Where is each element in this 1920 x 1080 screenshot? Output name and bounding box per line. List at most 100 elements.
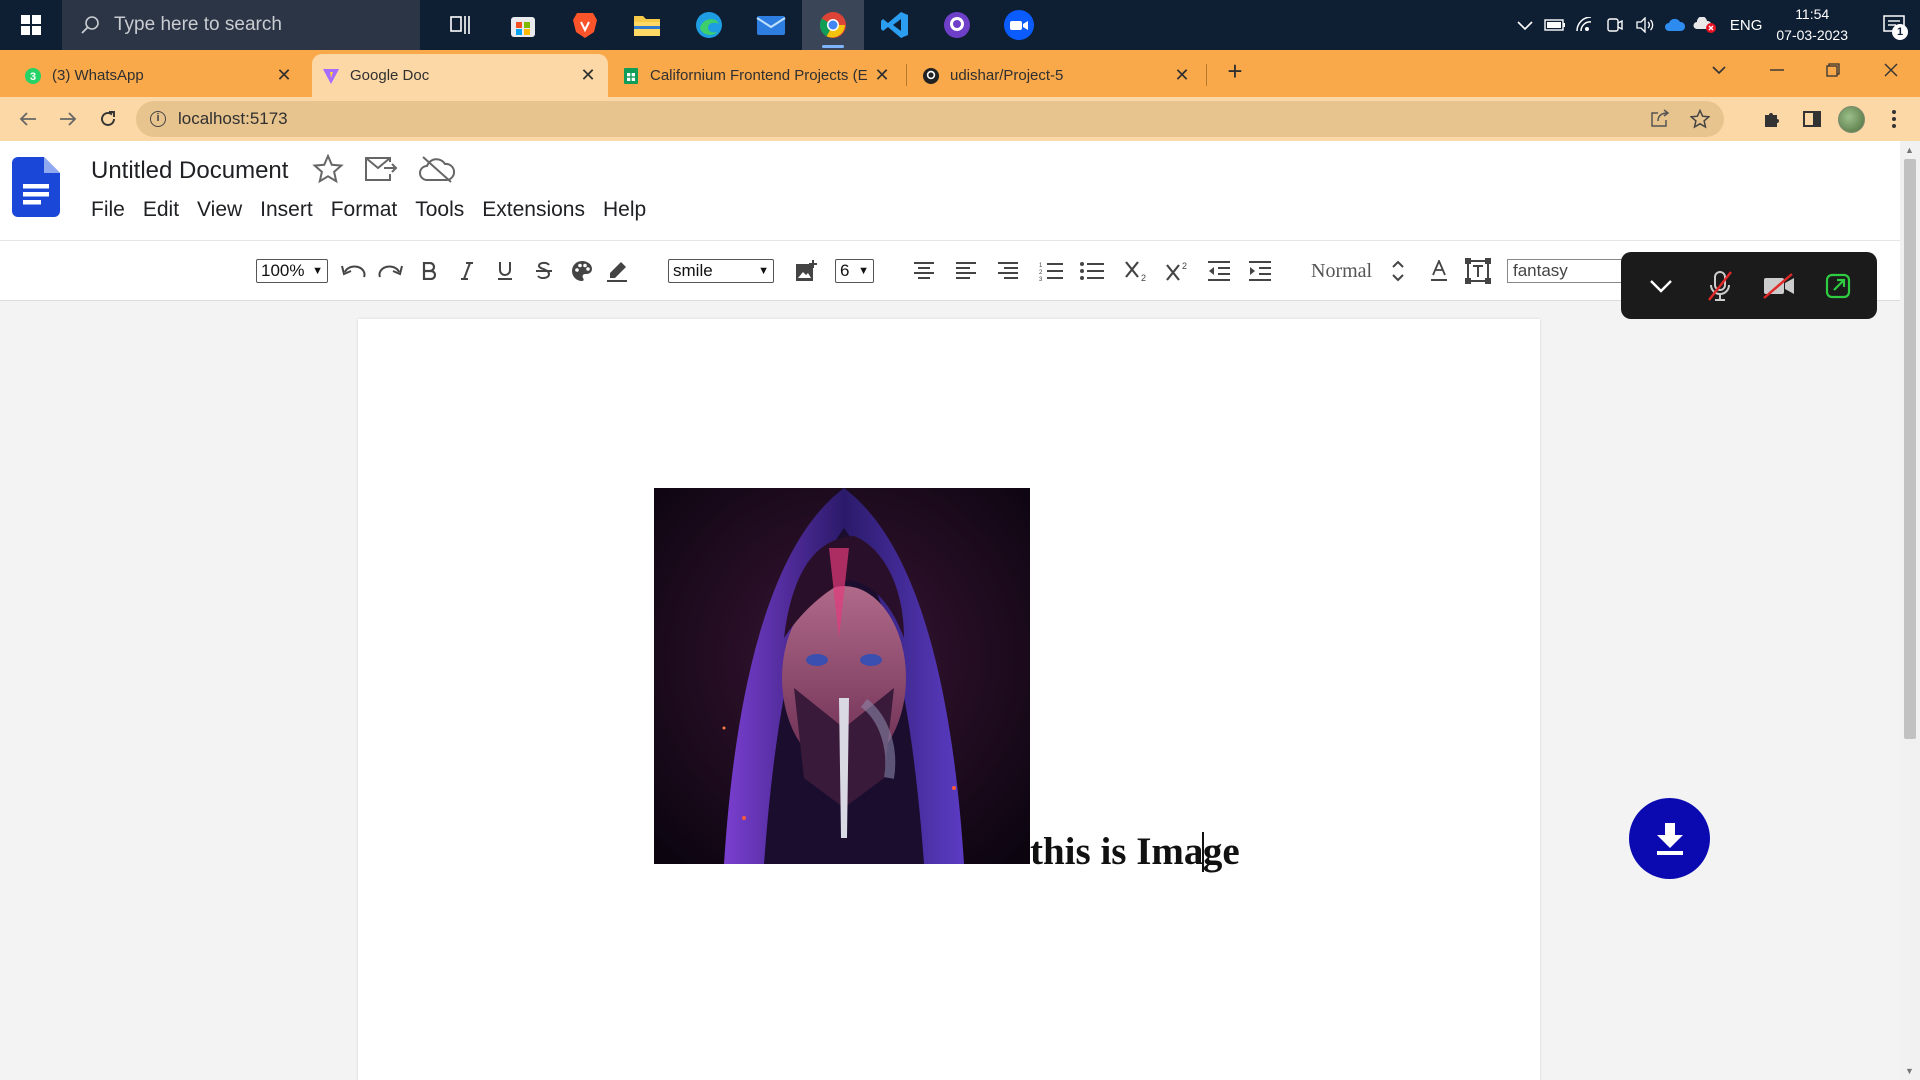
scroll-thumb[interactable] [1904,159,1916,739]
emoji-select[interactable]: smile ▼ [668,241,774,301]
taskbar-clock[interactable]: 11:54 07-03-2023 [1776,4,1848,46]
cloud-offline-icon[interactable] [418,155,456,183]
reload-button[interactable] [88,99,128,139]
language-indicator[interactable]: ENG [1730,17,1763,34]
paragraph-style-value[interactable]: Normal [1311,241,1372,301]
onedrive-icon[interactable] [1660,0,1690,50]
tab-search-button[interactable] [1690,50,1748,90]
meet-now-icon[interactable] [1600,0,1630,50]
taskbar-github[interactable] [926,0,988,50]
start-button[interactable] [0,0,62,50]
bullet-list-button[interactable] [1080,241,1104,301]
document-body-text[interactable]: this is Image [1030,829,1240,874]
style-stepper[interactable] [1392,241,1404,301]
browser-menu-button[interactable] [1880,105,1908,133]
extensions-button[interactable] [1758,105,1786,133]
address-bar[interactable]: i localhost:5173 [136,101,1724,137]
underline-button[interactable] [497,241,513,301]
subscript-button[interactable]: 2 [1125,241,1149,301]
menu-help[interactable]: Help [603,198,646,222]
onedrive-error-icon[interactable] [1690,0,1720,50]
bookmark-star-icon[interactable] [1690,109,1710,129]
docs-logo-icon[interactable] [12,157,60,217]
numbered-list-button[interactable]: 123 [1039,241,1063,301]
taskbar-edge[interactable] [678,0,740,50]
menu-edit[interactable]: Edit [143,198,179,222]
tab-whatsapp[interactable]: 3 (3) WhatsApp ✕ [14,54,304,97]
close-icon[interactable]: ✕ [872,65,892,86]
document-title[interactable]: Untitled Document [91,157,288,185]
task-view-button[interactable] [430,0,492,50]
taskbar-brave[interactable] [554,0,616,50]
indent-button[interactable] [1248,241,1272,301]
document-page[interactable]: this is Image [358,319,1540,1080]
restore-button[interactable] [1804,50,1862,90]
align-left-button[interactable] [955,241,977,301]
wifi-icon[interactable] [1570,0,1600,50]
menu-format[interactable]: Format [331,198,398,222]
zoom-icon [1004,10,1034,40]
highlight-button[interactable] [606,241,628,301]
video-button[interactable] [1759,266,1799,306]
battery-icon[interactable] [1540,0,1570,50]
menu-view[interactable]: View [197,198,242,222]
taskbar-search[interactable]: Type here to search [62,0,420,50]
profile-avatar[interactable] [1838,106,1865,133]
insert-image-button[interactable] [795,241,817,301]
notification-center-button[interactable]: 1 [1868,0,1920,50]
minimize-button[interactable] [1748,50,1806,90]
side-panel-button[interactable] [1798,105,1826,133]
align-right-button[interactable] [997,241,1019,301]
inserted-image[interactable] [654,488,1030,864]
font-family-input[interactable]: fantasy [1507,241,1625,301]
menu-extensions[interactable]: Extensions [482,198,585,222]
new-tab-button[interactable]: + [1222,56,1248,87]
outdent-button[interactable] [1207,241,1231,301]
download-button[interactable] [1629,798,1710,879]
vscode-icon [881,12,908,38]
menu-insert[interactable]: Insert [260,198,313,222]
font-color-button[interactable] [1430,241,1448,301]
align-center-button[interactable] [913,241,935,301]
zoom-select[interactable]: 100% ▼ [256,241,328,301]
text-color-button[interactable] [571,241,593,301]
taskbar-file-explorer[interactable] [616,0,678,50]
page-scrollbar[interactable]: ▲ ▼ [1900,141,1920,1080]
close-icon[interactable]: ✕ [274,65,294,86]
mute-button[interactable] [1700,266,1740,306]
close-icon[interactable]: ✕ [1172,65,1192,86]
chevron-up-icon[interactable] [1510,0,1540,50]
site-info-icon[interactable]: i [150,111,166,127]
scroll-down-icon[interactable]: ▼ [1905,1066,1914,1076]
menu-tools[interactable]: Tools [415,198,464,222]
menu-file[interactable]: File [91,198,125,222]
undo-button[interactable] [340,241,366,301]
tab-californium-sheet[interactable]: Californium Frontend Projects (E ✕ [612,54,902,97]
font-size-select[interactable]: 6 ▼ [835,241,874,301]
bold-button[interactable] [422,241,436,301]
star-icon[interactable] [312,153,344,185]
italic-button[interactable] [460,241,474,301]
redo-button[interactable] [378,241,404,301]
superscript-button[interactable]: 2 [1166,241,1190,301]
taskbar-chrome[interactable] [802,0,864,50]
close-icon[interactable]: ✕ [578,65,598,86]
window-close-button[interactable] [1862,50,1920,90]
share-icon[interactable] [1650,109,1670,127]
back-button[interactable] [8,99,48,139]
forward-button[interactable] [48,99,88,139]
text-box-button[interactable] [1465,241,1491,301]
taskbar-mail[interactable] [740,0,802,50]
tab-github-project[interactable]: udishar/Project-5 ✕ [912,54,1202,97]
volume-icon[interactable] [1630,0,1660,50]
redo-icon [378,265,403,278]
move-to-folder-icon[interactable] [364,154,398,184]
share-screen-button[interactable] [1818,266,1858,306]
strikethrough-button[interactable] [535,241,553,301]
taskbar-store[interactable] [492,0,554,50]
collapse-button[interactable] [1641,266,1681,306]
taskbar-vscode[interactable] [864,0,926,50]
scroll-up-icon[interactable]: ▲ [1905,145,1914,155]
taskbar-zoom[interactable] [988,0,1050,50]
tab-google-doc[interactable]: Google Doc ✕ [312,54,608,97]
